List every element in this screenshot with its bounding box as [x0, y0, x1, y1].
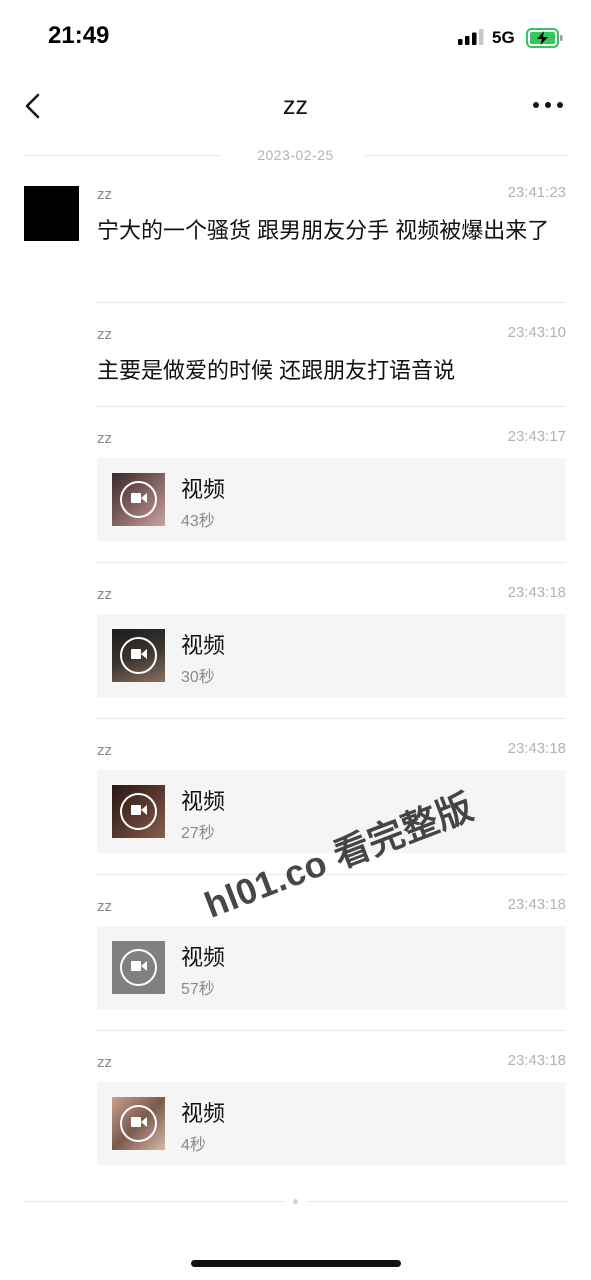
date-divider: 2023-02-25 — [24, 144, 567, 166]
network-type: 5G — [492, 28, 515, 47]
nav-bar: zz — [0, 80, 591, 132]
video-duration: 43秒 — [181, 513, 215, 530]
video-message-card[interactable]: 视频 30秒 — [97, 614, 566, 697]
sender-name: zz — [97, 742, 112, 759]
sender-name: zz — [97, 186, 112, 203]
video-duration: 4秒 — [181, 1137, 206, 1154]
message-time: 23:43:17 — [507, 428, 566, 445]
signal-icon — [458, 29, 484, 45]
video-camera-icon — [131, 493, 141, 503]
message-text[interactable]: 宁大的一个骚货 跟男朋友分手 视频被爆出来了 — [97, 214, 566, 248]
video-title: 视频 — [181, 477, 226, 502]
video-title: 视频 — [181, 945, 226, 970]
video-duration: 57秒 — [181, 981, 215, 998]
message-separator — [97, 406, 566, 407]
message-time: 23:43:18 — [507, 1052, 566, 1069]
message-text[interactable]: 主要是做爱的时候 还跟朋友打语音说 — [97, 354, 566, 388]
message-time: 23:43:18 — [507, 740, 566, 757]
end-of-list-divider — [24, 1199, 567, 1204]
video-title: 视频 — [181, 789, 226, 814]
video-title: 视频 — [181, 1101, 226, 1126]
message-item: zz 23:43:18 视频 57秒 — [97, 896, 566, 1032]
message-time: 23:43:18 — [507, 896, 566, 913]
video-camera-icon — [131, 649, 141, 659]
video-thumbnail — [112, 941, 165, 994]
sender-name: zz — [97, 430, 112, 447]
message-separator — [97, 718, 566, 719]
more-button[interactable] — [528, 92, 568, 118]
end-dot — [293, 1199, 298, 1204]
divider-line — [24, 1201, 284, 1202]
divider-line — [365, 155, 567, 156]
message-time: 23:43:18 — [507, 584, 566, 601]
video-camera-icon — [131, 805, 141, 815]
video-thumbnail — [112, 473, 165, 526]
message-time: 23:43:10 — [507, 324, 566, 341]
sender-name: zz — [97, 326, 112, 343]
sender-name: zz — [97, 1054, 112, 1071]
chat-title: zz — [283, 92, 308, 120]
message-item: zz 23:41:23 宁大的一个骚货 跟男朋友分手 视频被爆出来了 — [97, 184, 566, 304]
message-item: zz 23:43:17 视频 43秒 — [97, 428, 566, 564]
video-title: 视频 — [181, 633, 226, 658]
message-separator — [97, 562, 566, 563]
video-thumbnail — [112, 629, 165, 682]
video-message-card[interactable]: 视频 57秒 — [97, 926, 566, 1009]
sender-name: zz — [97, 898, 112, 915]
video-camera-icon — [131, 961, 141, 971]
status-time: 21:49 — [48, 22, 110, 49]
message-item: zz 23:43:10 主要是做爱的时候 还跟朋友打语音说 — [97, 324, 566, 408]
message-separator — [97, 1030, 566, 1031]
more-dots-icon — [533, 102, 563, 108]
battery-charging-icon — [526, 28, 563, 48]
video-duration: 27秒 — [181, 825, 215, 842]
video-duration: 30秒 — [181, 669, 215, 686]
message-separator — [97, 302, 566, 303]
home-indicator[interactable] — [191, 1260, 401, 1267]
message-item: zz 23:43:18 视频 30秒 — [97, 584, 566, 720]
video-message-card[interactable]: 视频 43秒 — [97, 458, 566, 541]
status-bar: 21:49 5G — [0, 0, 591, 70]
avatar[interactable] — [24, 186, 79, 241]
video-camera-icon — [131, 1117, 141, 1127]
video-message-card[interactable]: 视频 4秒 — [97, 1082, 566, 1165]
video-thumbnail — [112, 785, 165, 838]
video-thumbnail — [112, 1097, 165, 1150]
divider-line — [307, 1201, 567, 1202]
sender-name: zz — [97, 586, 112, 603]
message-time: 23:41:23 — [507, 184, 566, 201]
message-item: zz 23:43:18 视频 4秒 — [97, 1052, 566, 1170]
